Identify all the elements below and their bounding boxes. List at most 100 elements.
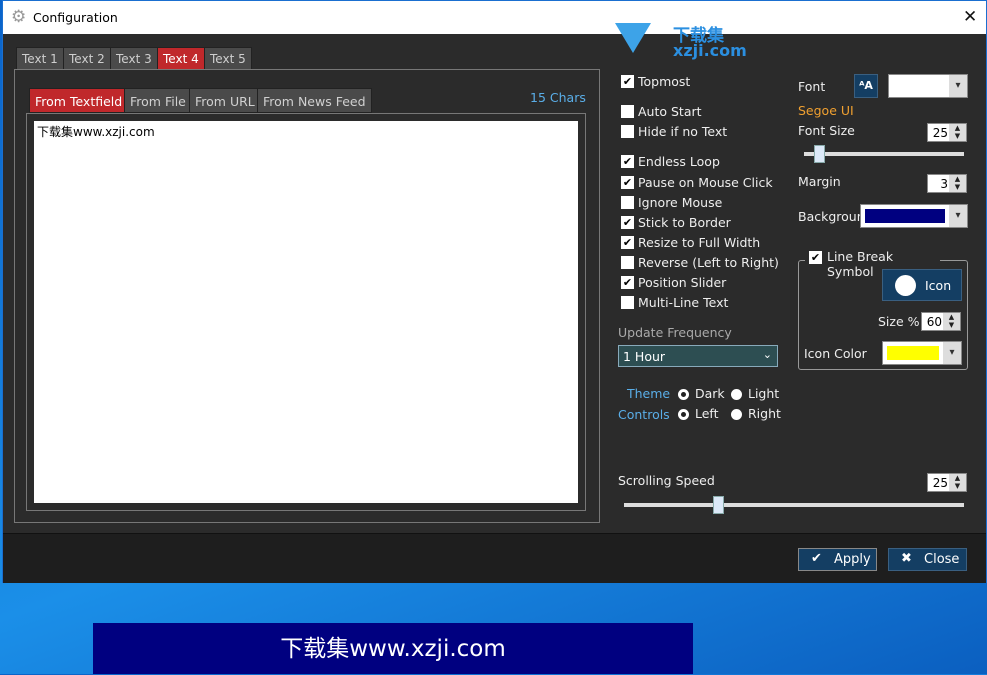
option-label: Position Slider [638,275,727,290]
size-percent-spinner[interactable]: 60 ▲ ▼ [921,312,961,331]
theme-label: Theme [627,386,671,401]
option-label: Topmost [638,74,691,89]
spin-arrows-icon[interactable]: ▲ ▼ [949,175,966,192]
ticker-banner: 下载集www.xzji.com [93,623,693,674]
size-percent-value: 60 [926,315,942,329]
theme-dark-radio[interactable] [678,389,689,400]
icon-color-swatch [887,346,939,360]
option-checkbox[interactable]: ✔ [621,75,634,88]
tab-text-3[interactable]: Text 3 [110,47,158,69]
font-label: Font [798,79,826,94]
controls-label: Controls [618,407,670,422]
option-label: Resize to Full Width [638,235,761,250]
font-color-swatch [893,79,945,93]
font-size-value: 25 [932,126,948,140]
icon-color-label: Icon Color [804,346,867,361]
checkmark-icon: ✔ [622,176,633,189]
option-label: Multi-Line Text [638,295,729,310]
scrolling-speed-slider[interactable] [624,496,964,514]
close-icon[interactable]: ✕ [963,7,977,27]
checkmark-icon: ✔ [811,551,822,566]
option-checkbox[interactable]: ✔ [621,276,634,289]
margin-spinner[interactable]: 3 ▲ ▼ [927,174,967,193]
icon-button-label: Icon [925,278,952,293]
option-label: Stick to Border [638,215,731,230]
option-label: Ignore Mouse [638,195,723,210]
spin-arrows-icon[interactable]: ▲ ▼ [949,474,966,491]
option-checkbox[interactable] [621,125,634,138]
scrolling-speed-value: 25 [932,476,948,490]
watermark-logo: 下载集 xzji.com [615,21,755,63]
checkmark-icon: ✔ [622,155,633,168]
text-input-area[interactable]: 下载集www.xzji.com [34,121,578,503]
close-button[interactable]: ✖ Close [888,548,967,571]
option-checkbox[interactable] [621,256,634,269]
option-checkbox[interactable]: ✔ [621,176,634,189]
font-size-spinner[interactable]: 25 ▲ ▼ [927,123,967,142]
option-label: Hide if no Text [638,124,728,139]
option-label: Auto Start [638,104,702,119]
spin-arrows-icon[interactable]: ▲ ▼ [949,124,966,141]
theme-light-label: Light [748,386,780,401]
option-checkbox[interactable]: ✔ [621,216,634,229]
tab-text-2[interactable]: Text 2 [63,47,111,69]
tab-from-url[interactable]: From URL [189,88,261,113]
controls-left-radio[interactable] [678,409,689,420]
footer-bar: ✔ Apply ✖ Close [3,533,986,583]
font-icon: ᴬA [859,79,873,92]
chevron-down-icon: ▾ [949,205,967,227]
icon-color-select[interactable]: ▾ [882,341,962,365]
theme-dark-label: Dark [695,386,725,401]
option-checkbox[interactable] [621,196,634,209]
tab-from-news-feed[interactable]: From News Feed [257,88,372,113]
margin-label: Margin [798,174,841,189]
spin-arrows-icon[interactable]: ▲ ▼ [943,313,960,330]
font-picker-button[interactable]: ᴬA [854,74,878,98]
line-break-header: ✔ Line Break Symbol [805,249,940,279]
controls-right-radio[interactable] [731,409,742,420]
checkmark-icon: ✔ [622,75,633,88]
option-checkbox[interactable]: ✔ [621,236,634,249]
checkmark-icon: ✔ [622,236,633,249]
controls-left-label: Left [695,406,719,421]
tab-text-4[interactable]: Text 4 [157,47,205,69]
close-label: Close [924,552,960,567]
background-color-swatch [865,209,945,223]
tab-from-file[interactable]: From File [124,88,192,113]
margin-value: 3 [940,177,948,191]
option-label: Reverse (Left to Right) [638,255,779,270]
font-size-slider[interactable] [804,145,964,163]
apply-label: Apply [834,552,871,567]
option-checkbox[interactable]: ✔ [621,155,634,168]
checkmark-icon: ✔ [622,216,633,229]
tab-text-1[interactable]: Text 1 [16,47,64,69]
line-break-icon-button[interactable]: Icon [882,269,962,301]
chevron-down-icon: ⌄ [762,348,772,361]
title-bar: ⚙ Configuration ✕ [3,1,986,34]
char-count: 15 Chars [530,90,586,105]
scrolling-speed-spinner[interactable]: 25 ▲ ▼ [927,473,967,492]
tab-from-textfield[interactable]: From Textfield [29,88,129,113]
line-break-checkbox[interactable]: ✔ [809,251,822,264]
option-checkbox[interactable] [621,296,634,309]
configuration-window: ⚙ Configuration ✕ 下载集 xzji.com Text 1 Te… [2,0,987,583]
size-percent-label: Size % [878,314,920,329]
tab-text-5[interactable]: Text 5 [204,47,252,69]
update-frequency-select[interactable]: 1 Hour ⌄ [618,345,778,367]
checkmark-icon: ✔ [622,276,633,289]
font-size-label: Font Size [798,123,855,138]
font-color-select[interactable]: ▾ [888,74,968,98]
gear-icon: ⚙ [11,7,27,27]
chevron-down-icon: ▾ [943,342,961,364]
chevron-down-icon: ▾ [949,75,967,97]
close-icon: ✖ [901,551,912,566]
apply-button[interactable]: ✔ Apply [798,548,877,571]
window-title: Configuration [33,10,118,25]
background-color-select[interactable]: ▾ [860,204,968,228]
option-checkbox[interactable] [621,105,634,118]
update-frequency-label: Update Frequency [618,325,732,340]
slider-thumb[interactable] [712,496,724,514]
theme-light-radio[interactable] [731,389,742,400]
scrolling-speed-label: Scrolling Speed [618,473,715,488]
slider-thumb[interactable] [814,145,826,163]
